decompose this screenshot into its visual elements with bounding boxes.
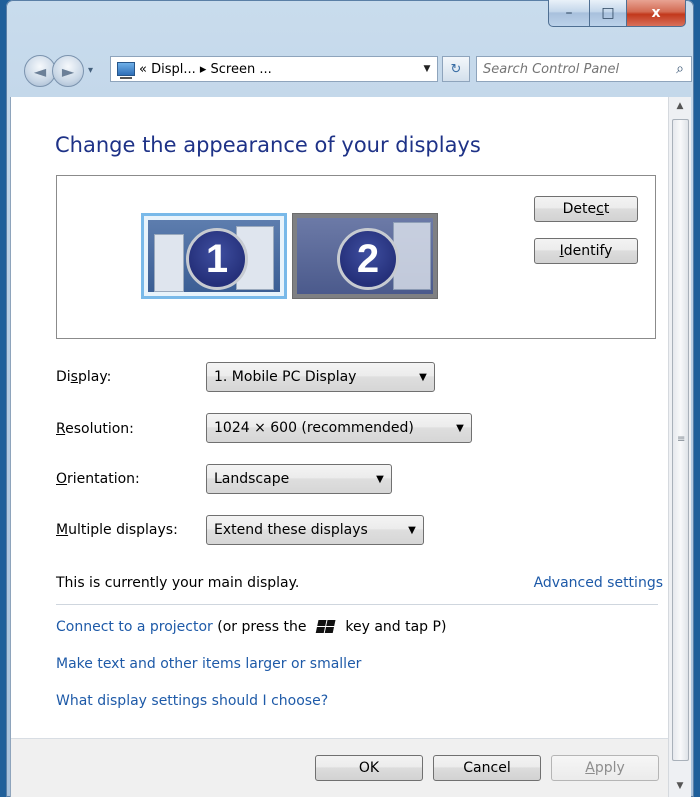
address-dropdown-icon[interactable]: ▼ — [417, 64, 437, 74]
minimize-button[interactable]: – — [548, 0, 590, 27]
apply-button[interactable]: Apply — [551, 755, 659, 781]
caption-buttons: – □ x — [548, 0, 686, 27]
monitor-1-number: 1 — [186, 228, 248, 290]
detect-button[interactable]: Dete c t — [534, 196, 638, 222]
monitor-1-tile[interactable]: 1 — [141, 213, 287, 299]
connect-projector-link[interactable]: Connect to a projector — [56, 619, 213, 635]
monitor-2-tile[interactable]: 2 — [292, 213, 438, 299]
scroll-down-icon[interactable]: ▼ — [669, 781, 691, 791]
text-size-link[interactable]: Make text and other items larger or smal… — [56, 656, 361, 672]
multiple-displays-label: Multiple displays: — [56, 522, 178, 538]
windows-logo-icon — [315, 620, 336, 634]
forward-button[interactable]: ► — [52, 55, 84, 87]
resolution-label: Resolution: — [56, 421, 134, 437]
page-title: Change the appearance of your displays — [55, 133, 481, 157]
advanced-settings-link[interactable]: Advanced settings — [534, 575, 663, 591]
forward-arrow-icon: ► — [61, 61, 75, 81]
scrollbar-thumb[interactable]: ≡ — [672, 119, 689, 761]
monitor-2-screen: 2 — [297, 218, 433, 294]
multiple-displays-select[interactable]: Extend these displays ▼ — [206, 515, 424, 545]
display-settings-help-link[interactable]: What display settings should I choose? — [56, 693, 328, 709]
detect-label: Dete — [562, 201, 597, 217]
window-thumbnail-icon — [154, 234, 184, 292]
identify-label-end: dentify — [563, 243, 613, 259]
apply-label: pply — [594, 760, 625, 776]
search-icon[interactable]: ⌕ — [669, 61, 691, 77]
title-bar[interactable]: – □ x — [6, 0, 694, 48]
main-display-status: This is currently your main display. — [56, 575, 300, 591]
display-monitor-icon — [117, 62, 135, 79]
monitor-arrangement-area: 1 2 Dete c t Identify — [56, 175, 656, 339]
detect-label-end: t — [603, 201, 610, 217]
identify-button[interactable]: Identify — [534, 238, 638, 264]
detect-mnemonic: c — [596, 201, 604, 217]
content-pane: Change the appearance of your displays 1… — [10, 97, 669, 797]
vertical-scrollbar[interactable]: ▲ ≡ ▼ — [668, 97, 691, 797]
chevron-down-icon: ▼ — [456, 422, 464, 434]
back-arrow-icon: ◄ — [33, 61, 47, 81]
chevron-down-icon: ▼ — [408, 524, 416, 536]
refresh-icon: ↻ — [450, 61, 462, 77]
orientation-label: Orientation: — [56, 471, 140, 487]
resolution-select-value: 1024 × 600 (recommended) — [214, 420, 414, 436]
refresh-button[interactable]: ↻ — [442, 56, 470, 82]
display-select-value: 1. Mobile PC Display — [214, 369, 357, 385]
recent-pages-dropdown[interactable]: ▾ — [88, 65, 102, 76]
dialog-footer: OK Cancel Apply — [11, 738, 669, 797]
display-select[interactable]: 1. Mobile PC Display ▼ — [206, 362, 435, 392]
chevron-down-icon: ▼ — [376, 473, 384, 485]
maximize-button[interactable]: □ — [590, 0, 627, 27]
scroll-up-icon[interactable]: ▲ — [669, 101, 691, 111]
ok-button[interactable]: OK — [315, 755, 423, 781]
close-button[interactable]: x — [627, 0, 686, 27]
orientation-select-value: Landscape — [214, 471, 290, 487]
orientation-select[interactable]: Landscape ▼ — [206, 464, 392, 494]
search-box: ⌕ — [476, 56, 692, 82]
address-bar[interactable]: « Displ... ▸ Screen ... ▼ — [110, 56, 438, 82]
projector-hint: Connect to a projector (or press the key… — [56, 619, 446, 635]
control-panel-window: – □ x ◄ ► ▾ « Displ... ▸ Screen ... ▼ ↻ … — [6, 0, 694, 797]
projector-hint-text: (or press the — [212, 619, 311, 635]
divider — [56, 604, 658, 605]
cancel-button[interactable]: Cancel — [433, 755, 541, 781]
projector-hint-text-end: key and tap P) — [340, 619, 447, 635]
scroll-grip-icon: ≡ — [677, 434, 686, 445]
resolution-select[interactable]: 1024 × 600 (recommended) ▼ — [206, 413, 472, 443]
monitor-1-screen: 1 — [148, 220, 280, 292]
breadcrumb[interactable]: « Displ... ▸ Screen ... — [139, 62, 417, 77]
display-label: Display: — [56, 369, 112, 385]
apply-mnemonic: A — [585, 760, 595, 776]
multiple-displays-select-value: Extend these displays — [214, 522, 368, 538]
chevron-down-icon: ▼ — [419, 371, 427, 383]
navigation-bar: ◄ ► ▾ « Displ... ▸ Screen ... ▼ ↻ ⌕ — [18, 53, 692, 87]
monitor-2-number: 2 — [337, 228, 399, 290]
search-input[interactable] — [477, 60, 669, 78]
